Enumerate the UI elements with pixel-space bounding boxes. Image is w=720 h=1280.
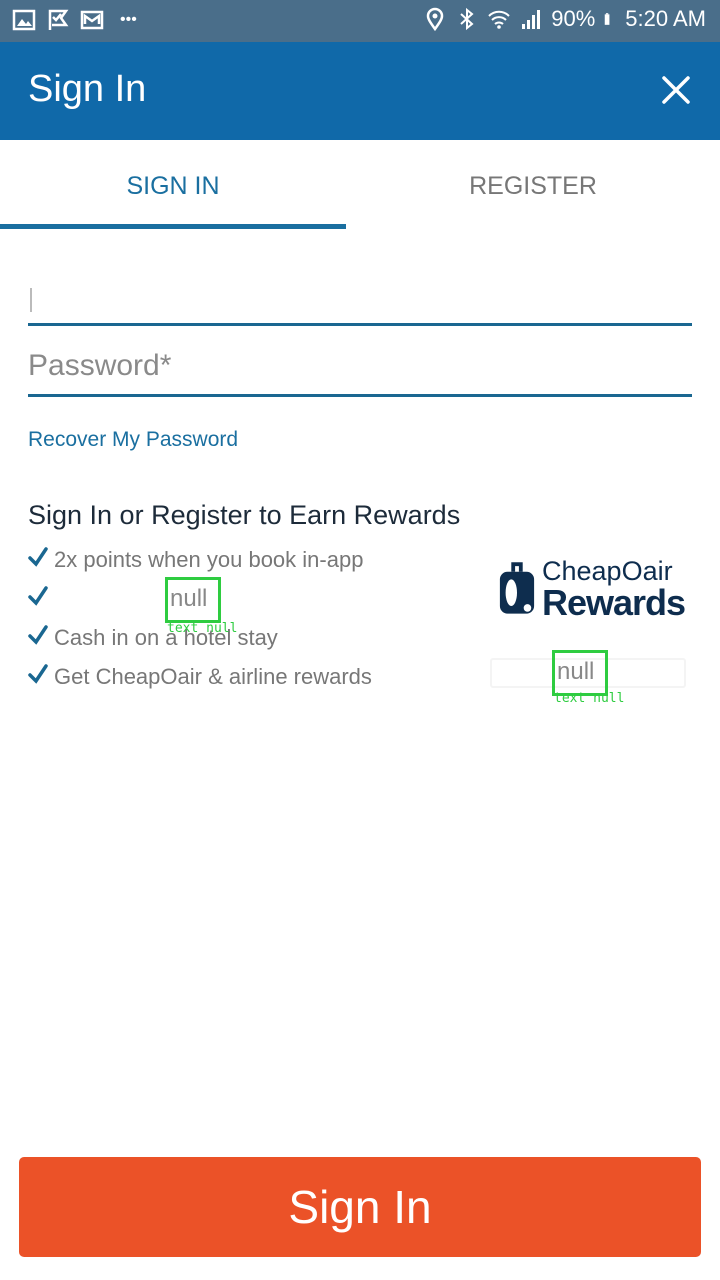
benefit-text: Get CheapOair & airline rewards: [54, 664, 372, 689]
check-icon: [28, 547, 48, 567]
recover-password-link[interactable]: Recover My Password: [28, 428, 238, 452]
debug-overlay-caption: text null: [554, 691, 625, 706]
check-icon: [28, 625, 48, 645]
more-notifications-icon: •••: [120, 11, 137, 28]
benefit-text: Cash in on a hotel stay: [54, 625, 278, 650]
flag-icon: [48, 9, 69, 30]
battery-percent: 90%: [551, 6, 596, 31]
benefit-item: Get CheapOair & airline rewards: [28, 657, 372, 696]
location-icon: [426, 7, 444, 31]
active-tab-indicator: [0, 224, 346, 229]
cheapoair-rewards-logo: CheapOair Rewards: [498, 556, 693, 623]
mail-icon: [80, 10, 104, 30]
benefit-text: 2x points when you book in-app: [54, 547, 364, 572]
wifi-icon: [488, 10, 510, 29]
close-icon[interactable]: [658, 72, 694, 108]
logo-text-rewards: Rewards: [542, 582, 686, 623]
battery-icon: [605, 13, 610, 25]
status-bar-left: •••: [12, 8, 137, 32]
status-bar: ••• 90% 5:20 AM: [0, 0, 720, 42]
debug-overlay-box: null: [552, 650, 608, 696]
rewards-heading: Sign In or Register to Earn Rewards: [28, 500, 461, 530]
app-bar: Sign In: [0, 42, 720, 140]
suitcase-logo-icon: [499, 562, 535, 614]
password-field[interactable]: [28, 338, 692, 397]
sign-in-button[interactable]: Sign In: [19, 1157, 701, 1257]
check-icon: [28, 586, 48, 606]
email-input[interactable]: [28, 260, 692, 323]
tab-sign-in[interactable]: SIGN IN: [0, 140, 346, 230]
signal-icon: [522, 10, 541, 29]
debug-overlay-box: null: [165, 577, 221, 623]
clock: 5:20 AM: [625, 6, 706, 31]
status-bar-right: 90% 5:20 AM: [423, 6, 706, 32]
benefit-item: 2x points when you book in-app: [28, 540, 372, 579]
email-field[interactable]: [28, 260, 692, 326]
text-cursor: [30, 288, 32, 312]
page-title: Sign In: [28, 68, 147, 110]
tab-bar: SIGN IN REGISTER: [0, 140, 720, 230]
password-input[interactable]: [28, 338, 692, 394]
check-icon: [28, 664, 48, 684]
image-icon: [12, 9, 36, 31]
bluetooth-icon: [460, 7, 474, 31]
tab-register[interactable]: REGISTER: [360, 140, 706, 230]
debug-overlay-caption: text null: [167, 621, 238, 636]
